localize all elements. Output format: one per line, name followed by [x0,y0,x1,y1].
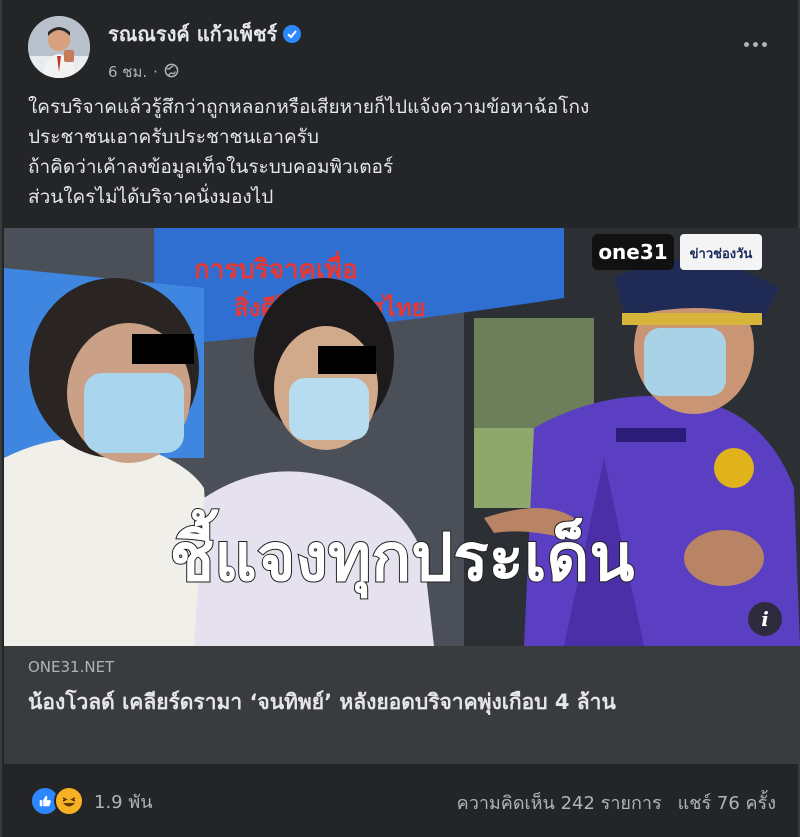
post-text-line: ประชาชนเอาครับประชาชนเอาครับ [28,126,319,148]
separator-dot: · [153,63,158,81]
post-text-line: ส่วนใครไม่ได้บริจาคนั่งมองไป [28,186,274,208]
post-time[interactable]: 6 ชม. [108,60,147,84]
facebook-post: รณณรงค์ แก้วเพ็ชร์ 6 ชม. · ใครบริจาคแล้ว… [0,0,800,837]
image-caption: ชี้แจงทุกประเด็น [169,508,634,599]
post-image[interactable]: การบริจาคเพื่อ สิ่งดีให้ประเทศไทย [4,228,800,646]
author-name-row: รณณรงค์ แก้วเพ็ชร์ [108,18,302,50]
link-domain: ONE31.NET [28,658,115,676]
post-footer: 1.9 พัน ความคิดเห็น 242 รายการ แชร์ 76 ค… [4,764,800,837]
engagement-stats: ความคิดเห็น 242 รายการ แชร์ 76 ครั้ง [457,788,776,817]
more-options-icon[interactable] [740,34,770,54]
post-header: รณณรงค์ แก้วเพ็ชร์ 6 ชม. · [24,14,778,84]
reaction-summary[interactable]: 1.9 พัน [30,786,153,816]
avatar-image [28,16,90,78]
post-meta: 6 ชม. · [108,60,179,84]
haha-reaction-icon [54,786,84,816]
channel-logo: one31 [598,240,667,264]
reaction-count: 1.9 พัน [94,791,153,813]
globe-icon[interactable] [164,63,179,82]
comment-count[interactable]: ความคิดเห็น 242 รายการ [457,788,662,817]
avatar[interactable] [28,16,90,78]
author-name[interactable]: รณณรงค์ แก้วเพ็ชร์ [108,18,277,50]
channel-tag: ข่าวช่องวัน [690,247,753,262]
link-headline[interactable]: น้องโวลด์ เคลียร์ดรามา ‘จนทิพย์’ หลังยอด… [28,686,760,718]
news-photo: การบริจาคเพื่อ สิ่งดีให้ประเทศไทย [4,228,800,646]
info-icon[interactable]: i [748,602,782,636]
verified-badge-icon [283,25,302,43]
post-text-line: ถ้าคิดว่าเค้าลงข้อมูลเท็จในระบบคอมพิวเตอ… [28,156,394,178]
share-count[interactable]: แชร์ 76 ครั้ง [678,788,776,817]
post-text-line: ใครบริจาคแล้วรู้สึกว่าถูกหลอกหรือเสียหาย… [28,96,590,118]
link-preview[interactable]: ONE31.NET น้องโวลด์ เคลียร์ดรามา ‘จนทิพย… [4,646,800,764]
post-text: ใครบริจาคแล้วรู้สึกว่าถูกหลอกหรือเสียหาย… [28,92,778,212]
